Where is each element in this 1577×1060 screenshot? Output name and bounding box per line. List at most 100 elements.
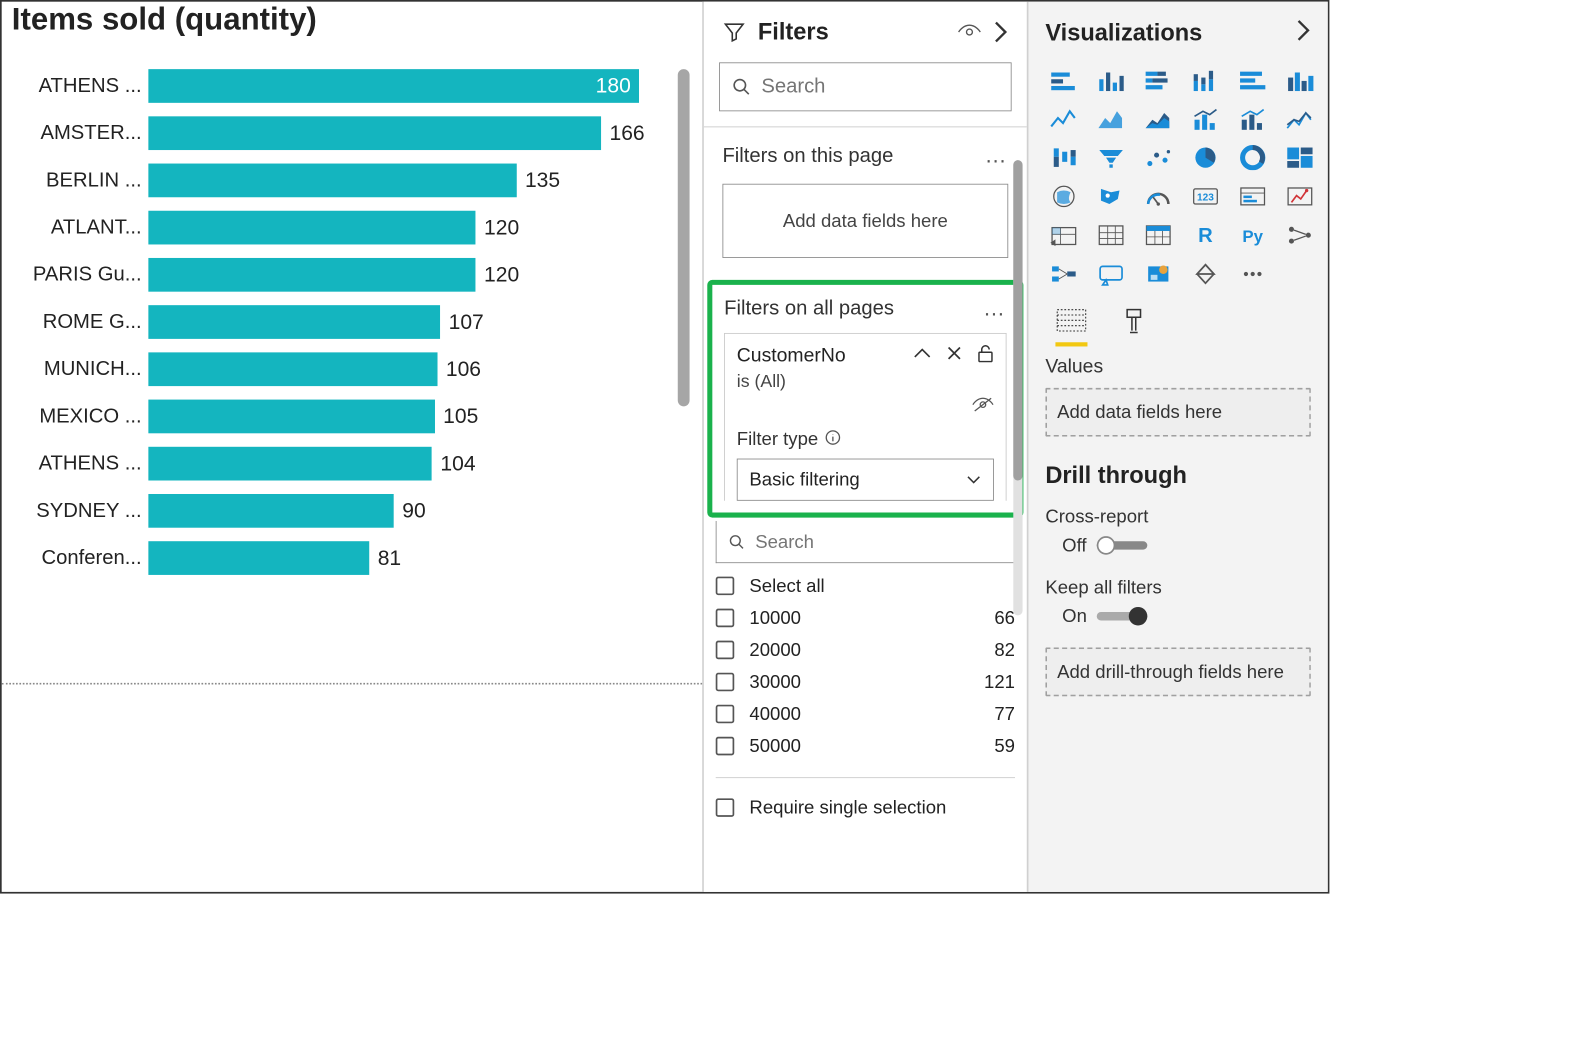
chevron-right-icon[interactable] xyxy=(993,20,1008,44)
bar[interactable] xyxy=(148,447,432,481)
checkbox[interactable] xyxy=(716,737,735,756)
eye-icon[interactable] xyxy=(958,24,982,41)
bar[interactable] xyxy=(148,400,434,434)
close-icon[interactable] xyxy=(947,346,962,365)
filters-scrollbar[interactable] xyxy=(1013,160,1022,615)
filter-value-row[interactable]: 1000066 xyxy=(716,602,1015,634)
checkbox[interactable] xyxy=(716,798,735,817)
viz-type-button[interactable] xyxy=(1093,65,1130,95)
chart-row[interactable]: ROME G...107 xyxy=(7,298,694,345)
chart-row[interactable]: BERLIN ...135 xyxy=(7,157,694,204)
viz-type-button[interactable] xyxy=(1281,220,1318,250)
chart-scrollbar[interactable] xyxy=(678,69,690,609)
chart-row[interactable]: MUNICH...106 xyxy=(7,346,694,393)
filter-value-row[interactable]: 4000077 xyxy=(716,698,1015,730)
viz-type-button[interactable] xyxy=(1093,259,1130,289)
viz-type-button[interactable] xyxy=(1234,142,1271,172)
checkbox[interactable] xyxy=(716,673,735,692)
chart-row[interactable]: ATHENS ...180 xyxy=(7,62,694,109)
values-well[interactable]: Add data fields here xyxy=(1045,388,1311,437)
viz-type-button[interactable] xyxy=(1045,104,1082,134)
checkbox[interactable] xyxy=(716,705,735,724)
viz-type-button[interactable] xyxy=(1187,104,1224,134)
viz-type-button[interactable] xyxy=(1234,259,1271,289)
filters-search[interactable] xyxy=(719,62,1012,111)
viz-type-button[interactable]: Py xyxy=(1234,220,1271,250)
filter-value-row[interactable]: 5000059 xyxy=(716,730,1015,762)
chart-row[interactable]: ATLANT...120 xyxy=(7,204,694,251)
bar[interactable] xyxy=(148,164,516,198)
bar[interactable]: 180 xyxy=(148,69,639,103)
keep-filters-toggle[interactable] xyxy=(1097,612,1148,620)
filters-pane: Filters Filters on this page … Add data … xyxy=(704,2,1029,892)
viz-type-button[interactable] xyxy=(1093,142,1130,172)
chart-row[interactable]: PARIS Gu...120 xyxy=(7,251,694,298)
filter-value-row[interactable]: 2000082 xyxy=(716,634,1015,666)
viz-type-button[interactable] xyxy=(1281,142,1318,172)
checkbox[interactable] xyxy=(716,641,735,660)
viz-type-button[interactable]: 123 xyxy=(1187,181,1224,211)
viz-type-button[interactable] xyxy=(1093,181,1130,211)
viz-type-button[interactable] xyxy=(1045,181,1082,211)
bar-value: 120 xyxy=(484,263,519,287)
viz-type-button[interactable] xyxy=(1045,220,1082,250)
hide-icon[interactable] xyxy=(972,397,994,416)
viz-type-button[interactable] xyxy=(1234,104,1271,134)
filters-search-input[interactable] xyxy=(761,75,999,99)
viz-type-button[interactable] xyxy=(1045,65,1082,95)
bar[interactable] xyxy=(148,352,437,386)
viz-type-button[interactable] xyxy=(1281,181,1318,211)
viz-type-button[interactable] xyxy=(1281,65,1318,95)
cross-report-toggle[interactable] xyxy=(1097,541,1148,549)
viz-type-button[interactable] xyxy=(1140,142,1177,172)
filter-values-search-input[interactable] xyxy=(755,531,1002,553)
chart-row[interactable]: AMSTER...166 xyxy=(7,110,694,157)
scrollbar-thumb[interactable] xyxy=(1013,160,1022,480)
viz-type-button[interactable] xyxy=(1140,65,1177,95)
scrollbar-thumb[interactable] xyxy=(678,69,690,406)
chart-row[interactable]: ATHENS ...104 xyxy=(7,440,694,487)
viz-type-button[interactable] xyxy=(1093,104,1130,134)
bar[interactable] xyxy=(148,211,475,245)
filter-values-search[interactable] xyxy=(716,521,1015,563)
viz-type-button[interactable] xyxy=(1140,220,1177,250)
viz-type-button[interactable] xyxy=(1093,220,1130,250)
more-options-button[interactable]: … xyxy=(985,142,1009,168)
lock-icon[interactable] xyxy=(977,344,994,367)
viz-type-button[interactable]: R xyxy=(1187,220,1224,250)
chevron-right-icon[interactable] xyxy=(1296,19,1311,47)
filter-type-select[interactable]: Basic filtering xyxy=(737,459,994,501)
chart-row[interactable]: Conferen...81 xyxy=(7,534,694,581)
viz-type-button[interactable] xyxy=(1234,65,1271,95)
fields-tab[interactable] xyxy=(1055,308,1087,347)
viz-type-button[interactable] xyxy=(1140,259,1177,289)
viz-type-button[interactable] xyxy=(1234,181,1271,211)
viz-type-button[interactable] xyxy=(1281,104,1318,134)
info-icon[interactable] xyxy=(825,428,840,450)
chevron-up-icon[interactable] xyxy=(913,347,932,363)
this-page-well[interactable]: Add data fields here xyxy=(722,184,1008,258)
bar[interactable] xyxy=(148,541,369,575)
more-options-button[interactable]: … xyxy=(983,295,1007,321)
bar[interactable] xyxy=(148,305,440,339)
viz-type-button[interactable] xyxy=(1140,104,1177,134)
checkbox[interactable] xyxy=(716,577,735,596)
chart-row[interactable]: SYDNEY ...90 xyxy=(7,487,694,534)
viz-type-button[interactable] xyxy=(1187,65,1224,95)
format-tab[interactable] xyxy=(1121,308,1146,347)
filter-value-row[interactable]: 30000121 xyxy=(716,666,1015,698)
checkbox[interactable] xyxy=(716,609,735,628)
bar[interactable] xyxy=(148,494,393,528)
select-all-row[interactable]: Select all xyxy=(716,570,1015,602)
viz-type-button[interactable] xyxy=(1140,181,1177,211)
chart-visual[interactable]: Items sold (quantity) ATHENS ...180AMSTE… xyxy=(2,2,704,892)
drill-through-well[interactable]: Add drill-through fields here xyxy=(1045,647,1311,696)
chart-row[interactable]: MEXICO ...105 xyxy=(7,393,694,440)
viz-type-button[interactable] xyxy=(1045,259,1082,289)
viz-type-button[interactable] xyxy=(1187,142,1224,172)
viz-type-button[interactable] xyxy=(1045,142,1082,172)
bar[interactable] xyxy=(148,116,601,150)
require-single-row[interactable]: Require single selection xyxy=(716,777,1015,818)
viz-type-button[interactable] xyxy=(1187,259,1224,289)
bar[interactable] xyxy=(148,258,475,292)
